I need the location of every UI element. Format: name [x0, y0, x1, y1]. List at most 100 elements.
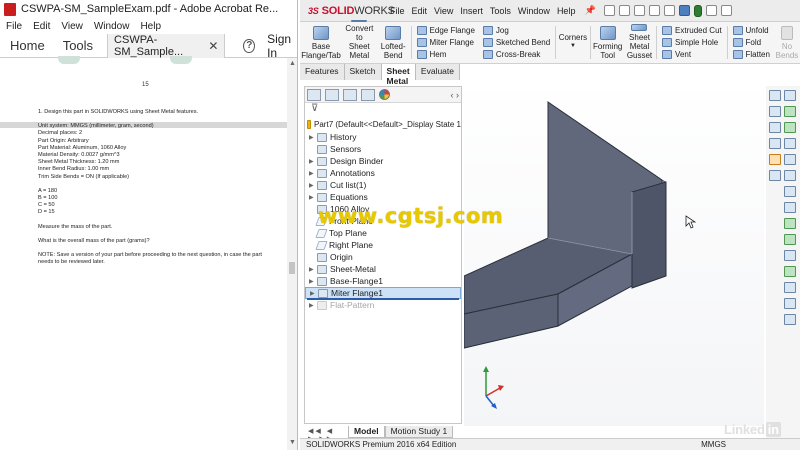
property-manager-icon[interactable] — [325, 88, 339, 101]
miter-flange-button[interactable]: Miter Flange — [416, 37, 475, 47]
tree-item-origin[interactable]: Origin — [305, 251, 461, 263]
panel-nav-icon[interactable]: ‹ › — [451, 90, 460, 100]
home-tab[interactable]: Home — [0, 38, 53, 53]
tree-item-flat-pattern[interactable]: ▶ Flat-Pattern — [305, 299, 461, 311]
tab-sheet-metal[interactable]: Sheet Metal — [381, 64, 416, 86]
feature-manager-tree-icon[interactable] — [307, 88, 321, 101]
expand-icon[interactable]: ▶ — [309, 134, 317, 141]
flatten-button[interactable]: Flatten — [732, 50, 770, 60]
tab-evaluate[interactable]: Evaluate — [415, 64, 460, 80]
jog-button[interactable]: Jog — [482, 25, 550, 35]
symbol-icon[interactable] — [784, 314, 796, 325]
unfold-button[interactable]: Unfold — [732, 25, 770, 35]
help-icon[interactable]: ? — [243, 38, 256, 53]
close-icon[interactable]: ✕ — [208, 39, 218, 53]
units-indicator[interactable]: MMGS — [701, 440, 726, 449]
side-wall-face[interactable] — [631, 181, 667, 289]
file-explorer-icon[interactable] — [769, 122, 781, 133]
sw-menu-help[interactable]: Help — [557, 6, 576, 16]
tree-item-cut-list[interactable]: ▶ Cut list(1) — [305, 179, 461, 191]
sw-menu-file[interactable]: File — [390, 6, 405, 16]
tree-item-right-plane[interactable]: Right Plane — [305, 239, 461, 251]
base-flange-button[interactable]: Base Flange/Tab — [300, 22, 342, 63]
undo-icon[interactable] — [663, 5, 675, 16]
check-icon[interactable] — [784, 106, 796, 117]
extruded-cut-button[interactable]: Extruded Cut — [662, 25, 722, 35]
tab-sketch[interactable]: Sketch — [344, 64, 382, 80]
new-document-icon[interactable] — [603, 5, 615, 16]
layer-icon[interactable] — [784, 202, 796, 213]
design-library-icon[interactable] — [769, 106, 781, 117]
sw-menu-window[interactable]: Window — [518, 6, 550, 16]
options-gear-icon[interactable] — [720, 5, 732, 16]
expand-icon[interactable]: ▶ — [309, 266, 317, 273]
check-icon[interactable] — [784, 122, 796, 133]
sum-icon[interactable] — [784, 138, 796, 149]
menu-file[interactable]: File — [6, 21, 22, 32]
rollback-bar[interactable] — [307, 298, 459, 300]
evaluate-icon[interactable] — [784, 218, 796, 229]
tab-motion-study[interactable]: Motion Study 1 — [384, 426, 454, 438]
expand-icon[interactable]: ▶ — [309, 158, 317, 165]
scroll-up-icon[interactable]: ▲ — [289, 60, 296, 67]
scroll-thumb[interactable] — [289, 262, 295, 274]
menu-window[interactable]: Window — [94, 21, 130, 32]
edge-flange-button[interactable]: Edge Flange — [416, 25, 475, 35]
expand-icon[interactable]: ▶ — [310, 290, 318, 297]
expand-icon[interactable]: ▶ — [309, 302, 317, 309]
graphics-viewport[interactable] — [463, 80, 764, 426]
dimxpert-icon[interactable] — [361, 88, 375, 101]
corners-button[interactable]: Corners ▼ — [557, 22, 589, 63]
tree-root-part[interactable]: Part7 (Default<<Default>_Display State 1 — [305, 117, 461, 131]
vent-button[interactable]: Vent — [662, 50, 722, 60]
tree-item-top-plane[interactable]: Top Plane — [305, 227, 461, 239]
file-properties-icon[interactable] — [705, 5, 717, 16]
pin-icon[interactable]: 📌 — [584, 5, 595, 16]
dimension-icon[interactable] — [784, 250, 796, 261]
fold-button[interactable]: Fold — [732, 37, 770, 47]
sw-menu-view[interactable]: View — [434, 6, 453, 16]
cross-break-button[interactable]: Cross-Break — [482, 50, 550, 60]
sw-menu-edit[interactable]: Edit — [412, 6, 428, 16]
select-icon[interactable] — [678, 5, 690, 16]
view-palette-icon[interactable] — [769, 138, 781, 149]
configuration-manager-icon[interactable] — [343, 88, 357, 101]
tree-item-sensors[interactable]: Sensors — [305, 143, 461, 155]
scroll-down-icon[interactable]: ▼ — [289, 439, 296, 446]
settings-icon[interactable] — [784, 186, 796, 197]
open-icon[interactable] — [618, 5, 630, 16]
home-view-icon[interactable] — [769, 90, 781, 101]
note-icon[interactable] — [784, 298, 796, 309]
acrobat-title-bar[interactable]: CSWPA-SM_SampleExam.pdf - Adobe Acrobat … — [0, 0, 297, 18]
forming-tool-button[interactable]: Forming Tool — [592, 22, 624, 63]
appearances-icon[interactable] — [769, 154, 781, 165]
balloon-icon[interactable] — [784, 282, 796, 293]
menu-view[interactable]: View — [61, 21, 83, 32]
tree-item-equations[interactable]: ▶ Equations — [305, 191, 461, 203]
menu-edit[interactable]: Edit — [33, 21, 50, 32]
document-tab[interactable]: CSWPA-SM_Sample... ✕ — [107, 33, 226, 58]
print-icon[interactable] — [648, 5, 660, 16]
sign-in-button[interactable]: Sign In — [267, 32, 297, 60]
simple-hole-button[interactable]: Simple Hole — [662, 37, 722, 47]
sketched-bend-button[interactable]: Sketched Bend — [482, 37, 550, 47]
sw-menu-tools[interactable]: Tools — [490, 6, 511, 16]
tree-item-history[interactable]: ▶ History — [305, 131, 461, 143]
measure-icon[interactable] — [784, 154, 796, 165]
expand-icon[interactable]: ▶ — [309, 278, 317, 285]
tree-item-base-flange[interactable]: ▶ Base-Flange1 — [305, 275, 461, 287]
lofted-bend-button[interactable]: Lofted-Bend — [377, 22, 410, 63]
tab-features[interactable]: Features — [300, 64, 345, 80]
section-icon[interactable] — [784, 170, 796, 181]
tab-model[interactable]: Model — [348, 426, 385, 438]
menu-help[interactable]: Help — [140, 21, 161, 32]
tree-item-sheet-metal[interactable]: ▶ Sheet-Metal — [305, 263, 461, 275]
expand-icon[interactable]: ▶ — [309, 170, 317, 177]
evaluate-icon[interactable] — [784, 234, 796, 245]
sheet-metal-part-model[interactable] — [463, 80, 764, 426]
rebuild-traffic-light-icon[interactable] — [693, 4, 702, 17]
sheet-metal-gusset-button[interactable]: Sheet Metal Gusset — [624, 22, 656, 63]
tree-item-annotations[interactable]: ▶ Annotations — [305, 167, 461, 179]
expand-icon[interactable]: ▶ — [309, 182, 317, 189]
toolbox-icon[interactable] — [784, 90, 796, 101]
